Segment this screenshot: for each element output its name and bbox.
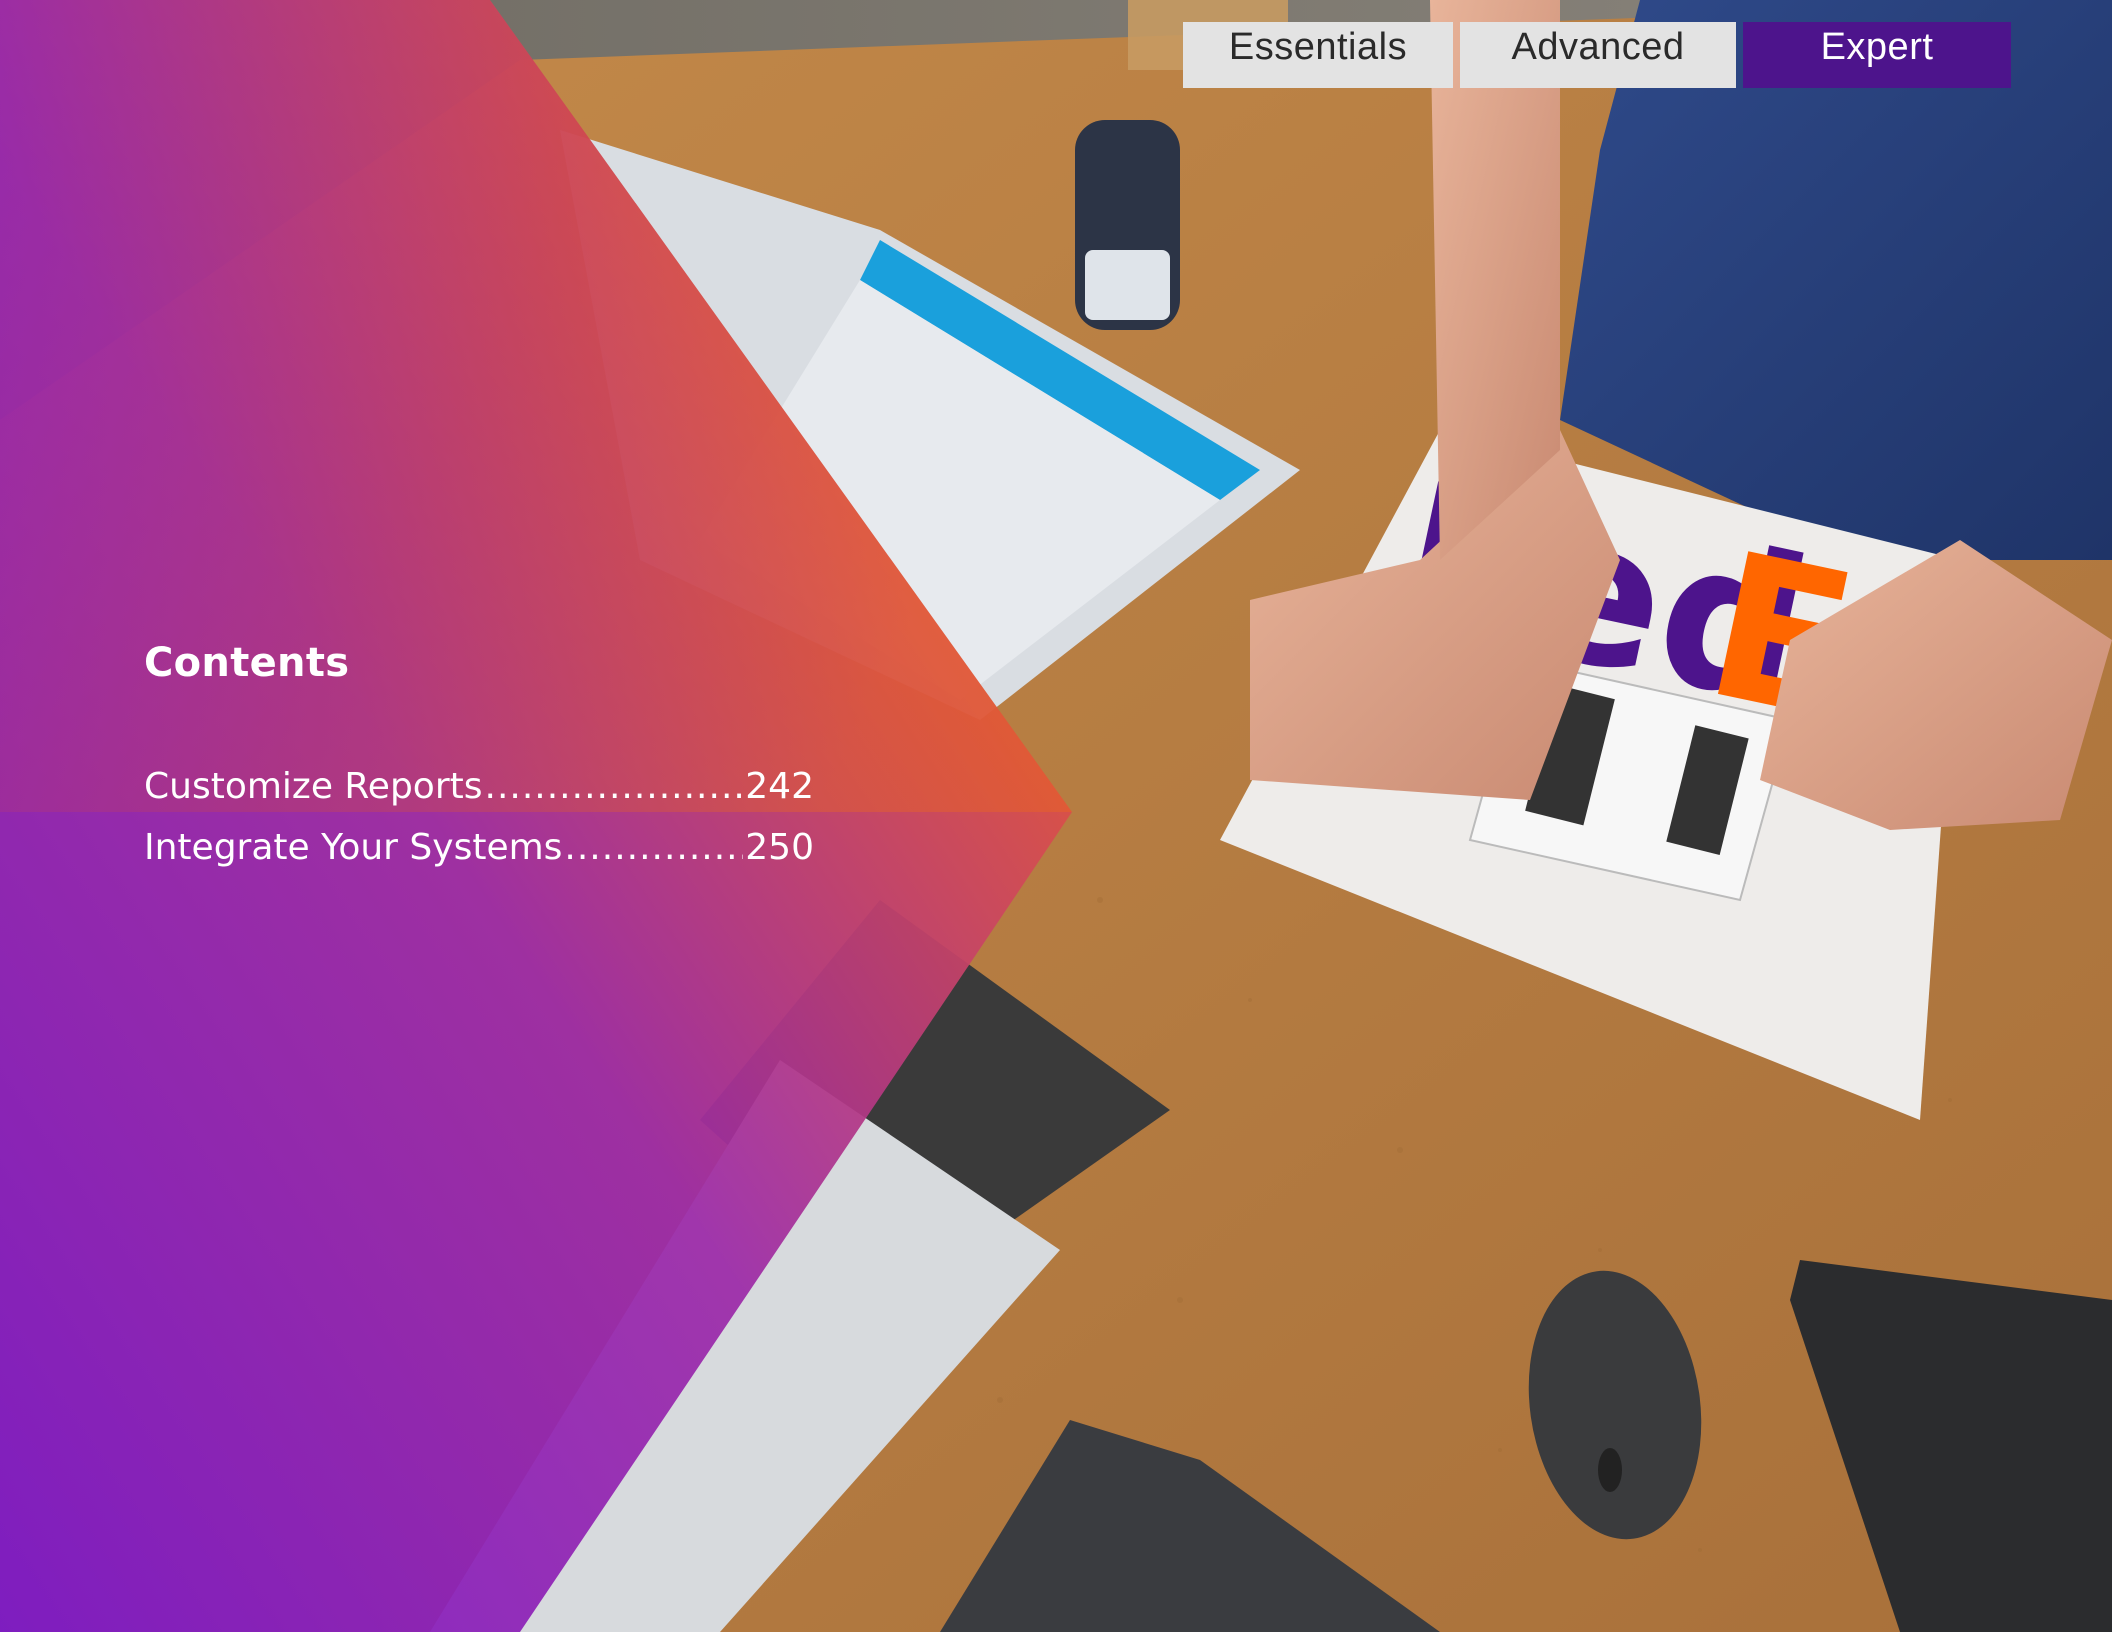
tab-expert[interactable]: Expert (1743, 22, 2011, 88)
toc-entry-page: 242 (745, 766, 814, 807)
toc-entry-customize-reports[interactable]: Customize Reports 242 (144, 756, 814, 817)
guide-page: Fed Ex (0, 0, 2112, 1632)
tab-essentials[interactable]: Essentials (1183, 22, 1453, 88)
tab-advanced-label: Advanced (1511, 26, 1685, 68)
toc-leader-dots (485, 756, 744, 817)
toc-entry-label: Integrate Your Systems (144, 827, 563, 868)
toc-entry-page: 250 (745, 827, 814, 868)
tab-expert-label: Expert (1820, 26, 1934, 68)
toc-entry-label: Customize Reports (144, 766, 483, 807)
contents-title: Contents (144, 640, 350, 686)
tab-essentials-label: Essentials (1228, 26, 1408, 68)
tape-bottle (1075, 120, 1180, 330)
table-of-contents: Contents Customize Reports 242 Integrate… (144, 640, 814, 878)
level-tabs: Essentials Advanced Expert (1183, 22, 2011, 88)
toc-leader-dots (564, 817, 743, 878)
tab-advanced[interactable]: Advanced (1460, 22, 1736, 88)
toc-entry-integrate-systems[interactable]: Integrate Your Systems 250 (144, 817, 814, 878)
